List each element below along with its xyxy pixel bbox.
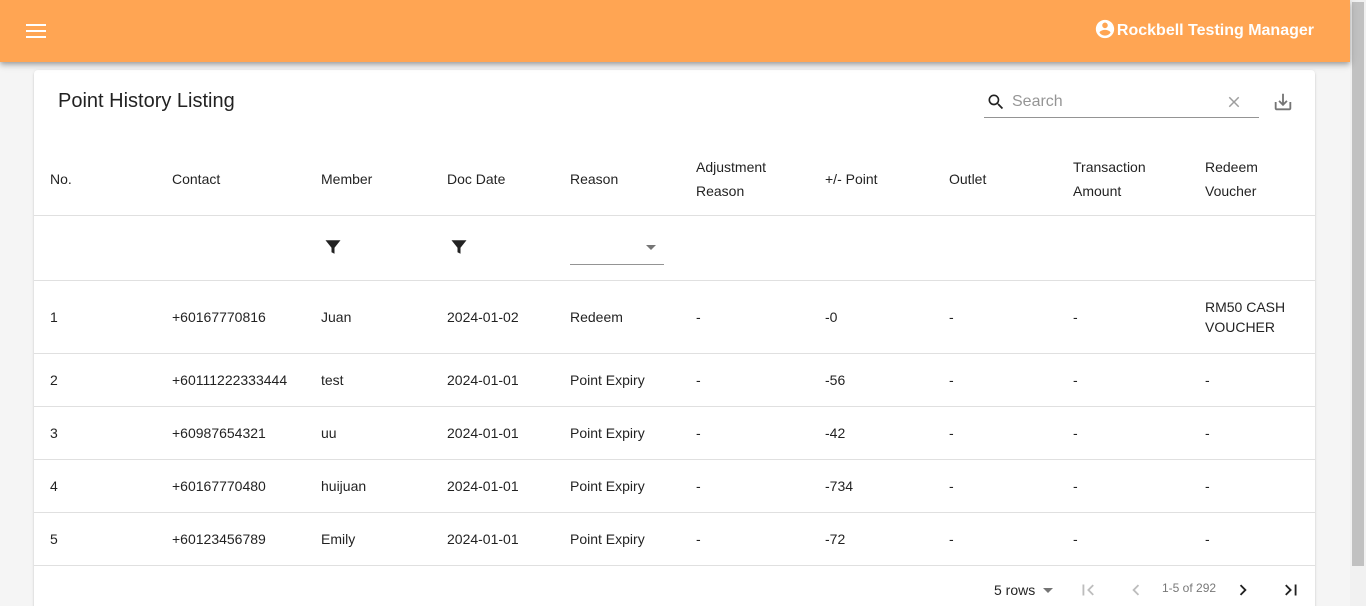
rows-per-page-label: 5 rows (994, 582, 1036, 598)
cell-outlet: - (933, 459, 1057, 513)
cell-redeem-voucher: - (1189, 459, 1315, 513)
account-circle-icon (1094, 18, 1117, 45)
reason-filter-select[interactable] (570, 233, 664, 265)
table-row[interactable]: 2 +60111222333444 test 2024-01-01 Point … (34, 353, 1315, 407)
cell-transaction-amount: - (1057, 512, 1189, 566)
cell-redeem-voucher: RM50 CASH VOUCHER (1189, 280, 1315, 354)
cell-doc-date: 2024-01-02 (431, 280, 554, 354)
search-input[interactable] (1012, 92, 1222, 111)
column-header-point[interactable]: +/- Point (809, 143, 933, 216)
cell-contact: +60167770816 (156, 280, 305, 354)
cell-outlet: - (933, 406, 1057, 460)
cell-doc-date: 2024-01-01 (431, 459, 554, 513)
column-header-outlet[interactable]: Outlet (933, 143, 1057, 216)
cell-outlet: - (933, 512, 1057, 566)
menu-icon[interactable] (22, 19, 50, 43)
scrollbar-thumb[interactable] (1352, 2, 1364, 566)
app-bar: Rockbell Testing Manager (0, 0, 1350, 62)
cell-reason: Point Expiry (554, 353, 680, 407)
cell-point: -0 (809, 280, 933, 354)
cell-contact: +60167770480 (156, 459, 305, 513)
cell-outlet: - (933, 280, 1057, 354)
previous-page-icon[interactable] (1124, 578, 1148, 602)
cell-no: 4 (34, 459, 156, 513)
header-row: No. Contact Member Doc Date Reason Adjus… (34, 143, 1315, 216)
table-row[interactable]: 4 +60167770480 huijuan 2024-01-01 Point … (34, 459, 1315, 513)
cell-adjustment-reason: - (680, 512, 809, 566)
dropdown-arrow-icon (1043, 587, 1054, 593)
table-row[interactable]: 3 +60987654321 uu 2024-01-01 Point Expir… (34, 406, 1315, 460)
cell-member: uu (305, 406, 431, 460)
cell-member: huijuan (305, 459, 431, 513)
pagination: 5 rows 1-5 of 292 (34, 568, 1315, 606)
page-range: 1-5 of 292 (1162, 581, 1217, 595)
column-header-adjustment-reason[interactable]: Adjustment Reason (680, 143, 809, 216)
rows-per-page-select[interactable]: 5 rows (994, 578, 1054, 602)
column-header-doc-date[interactable]: Doc Date (431, 143, 554, 216)
cell-no: 1 (34, 280, 156, 354)
table-row[interactable]: 5 +60123456789 Emily 2024-01-01 Point Ex… (34, 512, 1315, 566)
cell-member: test (305, 353, 431, 407)
next-page-icon[interactable] (1231, 578, 1255, 602)
cell-reason: Point Expiry (554, 459, 680, 513)
member-filter-icon[interactable] (321, 235, 345, 259)
first-page-icon[interactable] (1076, 578, 1100, 602)
column-header-redeem-voucher[interactable]: Redeem Voucher (1189, 143, 1315, 216)
cell-reason: Point Expiry (554, 512, 680, 566)
point-history-table: No. Contact Member Doc Date Reason Adjus… (34, 143, 1315, 566)
cell-doc-date: 2024-01-01 (431, 512, 554, 566)
clear-search-icon[interactable] (1222, 90, 1246, 114)
cell-transaction-amount: - (1057, 406, 1189, 460)
cell-contact: +60111222333444 (156, 353, 305, 407)
doc-date-filter-icon[interactable] (447, 235, 471, 259)
cell-contact: +60123456789 (156, 512, 305, 566)
table-row[interactable]: 1 +60167770816 Juan 2024-01-02 Redeem - … (34, 280, 1315, 354)
cell-doc-date: 2024-01-01 (431, 406, 554, 460)
page-scrollbar[interactable] (1350, 0, 1366, 606)
last-page-icon[interactable] (1279, 578, 1303, 602)
user-name: Rockbell Testing Manager (1116, 22, 1314, 39)
column-header-no[interactable]: No. (34, 143, 156, 216)
column-header-member[interactable]: Member (305, 143, 431, 216)
cell-no: 5 (34, 512, 156, 566)
cell-transaction-amount: - (1057, 459, 1189, 513)
cell-adjustment-reason: - (680, 353, 809, 407)
cell-reason: Point Expiry (554, 406, 680, 460)
cell-transaction-amount: - (1057, 353, 1189, 407)
cell-redeem-voucher: - (1189, 353, 1315, 407)
cell-contact: +60987654321 (156, 406, 305, 460)
cell-adjustment-reason: - (680, 280, 809, 354)
cell-point: -42 (809, 406, 933, 460)
cell-point: -72 (809, 512, 933, 566)
cell-outlet: - (933, 353, 1057, 407)
cell-member: Juan (305, 280, 431, 354)
cell-point: -56 (809, 353, 933, 407)
page-title: Point History Listing (58, 90, 235, 112)
cell-doc-date: 2024-01-01 (431, 353, 554, 407)
cell-point: -734 (809, 459, 933, 513)
cell-redeem-voucher: - (1189, 512, 1315, 566)
dropdown-arrow-icon (646, 244, 656, 250)
column-header-reason[interactable]: Reason (554, 143, 680, 216)
cell-reason: Redeem (554, 280, 680, 354)
filter-row (34, 215, 1315, 281)
column-header-transaction-amount[interactable]: Transaction Amount (1057, 143, 1189, 216)
cell-adjustment-reason: - (680, 459, 809, 513)
cell-redeem-voucher: - (1189, 406, 1315, 460)
point-history-card: Point History Listing No. Contact Member… (34, 70, 1315, 606)
user-menu[interactable]: Rockbell Testing Manager (1094, 19, 1314, 43)
search-field (984, 86, 1259, 118)
cell-no: 2 (34, 353, 156, 407)
cell-member: Emily (305, 512, 431, 566)
cell-adjustment-reason: - (680, 406, 809, 460)
download-icon[interactable] (1271, 90, 1295, 114)
cell-transaction-amount: - (1057, 280, 1189, 354)
search-icon (984, 90, 1008, 114)
cell-no: 3 (34, 406, 156, 460)
column-header-contact[interactable]: Contact (156, 143, 305, 216)
